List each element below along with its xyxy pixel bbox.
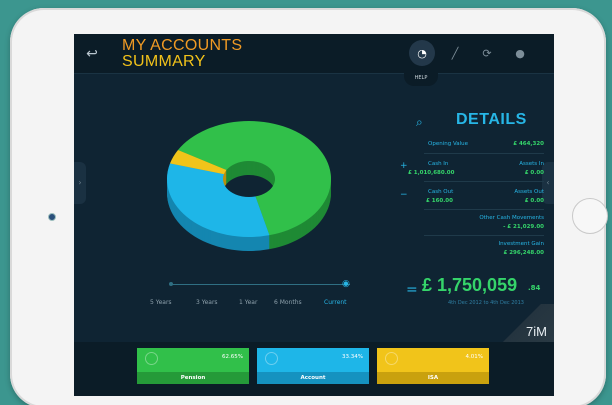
- details-title: DETAILS: [456, 111, 527, 128]
- app-screen: ↩ MY ACCOUNTS SUMMARY ◔ ╱ ⟳ ● HELP › ‹ ◉…: [74, 34, 554, 396]
- assets-in-value: £ 0.00: [524, 170, 544, 176]
- plus-sign: +: [400, 161, 408, 171]
- other-cash-movements-value: - £ 21,029.00: [503, 224, 544, 230]
- left-drawer-tab[interactable]: ›: [74, 162, 86, 204]
- total-value: £ 1,750,059: [422, 275, 518, 295]
- account-percent: 62.65%: [222, 354, 243, 360]
- timeline-1-year[interactable]: 1 Year: [239, 299, 257, 306]
- allocation-donut-chart: [167, 121, 331, 251]
- exit-door-icon[interactable]: ↩: [84, 44, 100, 64]
- divider: [424, 209, 544, 210]
- account-percent: 33.34%: [342, 354, 363, 360]
- timeline-current[interactable]: Current: [324, 299, 347, 306]
- camera-dot: [48, 213, 56, 221]
- assets-in-label: Assets In: [519, 161, 544, 167]
- equals-sign: =: [406, 282, 418, 298]
- divider: [424, 235, 544, 236]
- brand-logo: 7iM: [526, 324, 547, 339]
- cash-in-label: Cash In: [428, 161, 449, 167]
- top-bar: ↩ MY ACCOUNTS SUMMARY ◔ ╱ ⟳ ●: [74, 34, 554, 74]
- zoom-out-icon[interactable]: ⌕: [416, 115, 423, 130]
- opening-value-label: Opening Value: [428, 141, 469, 147]
- donut-slices: [167, 121, 331, 237]
- cash-out-value: £ 160.00: [426, 198, 453, 204]
- account-ring-icon: [145, 352, 158, 365]
- opening-value: £ 464,320: [513, 141, 544, 147]
- divider: [424, 181, 544, 182]
- line-chart-icon[interactable]: ╱: [444, 42, 466, 64]
- account-ring-icon: [265, 352, 278, 365]
- account-label: Pension: [137, 372, 249, 384]
- investment-gain-label: Investment Gain: [498, 241, 544, 247]
- assets-out-label: Assets Out: [514, 189, 544, 195]
- timeline-3-years[interactable]: 3 Years: [196, 299, 218, 306]
- timeline-track[interactable]: [170, 284, 350, 285]
- investment-gain-value: £ 296,248.00: [503, 250, 544, 256]
- account-label: ISA: [377, 372, 489, 384]
- account-label: Account: [257, 372, 369, 384]
- page-title-line2: SUMMARY: [122, 53, 206, 70]
- account-card-pension[interactable]: 62.65% Pension: [137, 348, 249, 384]
- location-pin-icon[interactable]: ◉: [342, 278, 351, 290]
- account-card-account[interactable]: 33.34% Account: [257, 348, 369, 384]
- cash-in-value: £ 1,010,680.00: [408, 170, 455, 176]
- lightbulb-icon[interactable]: ●: [509, 42, 531, 64]
- divider: [424, 153, 544, 154]
- assets-out-value: £ 0.00: [524, 198, 544, 204]
- account-percent: 4.01%: [465, 354, 483, 360]
- timeline-6-months[interactable]: 6 Months: [274, 299, 302, 306]
- other-cash-movements-label: Other Cash Movements: [479, 215, 544, 221]
- refresh-icon[interactable]: ⟳: [476, 42, 498, 64]
- pie-chart-icon[interactable]: ◔: [409, 40, 435, 66]
- account-ring-icon: [385, 352, 398, 365]
- help-tab[interactable]: HELP: [404, 72, 438, 86]
- total-value-decimals: .84: [528, 284, 541, 292]
- home-button[interactable]: [572, 198, 608, 234]
- account-card-isa[interactable]: 4.01% ISA: [377, 348, 489, 384]
- minus-sign: −: [400, 190, 408, 200]
- timeline-start-dot: [169, 282, 173, 286]
- timeline-5-years[interactable]: 5 Years: [150, 299, 172, 306]
- cash-out-label: Cash Out: [428, 189, 454, 195]
